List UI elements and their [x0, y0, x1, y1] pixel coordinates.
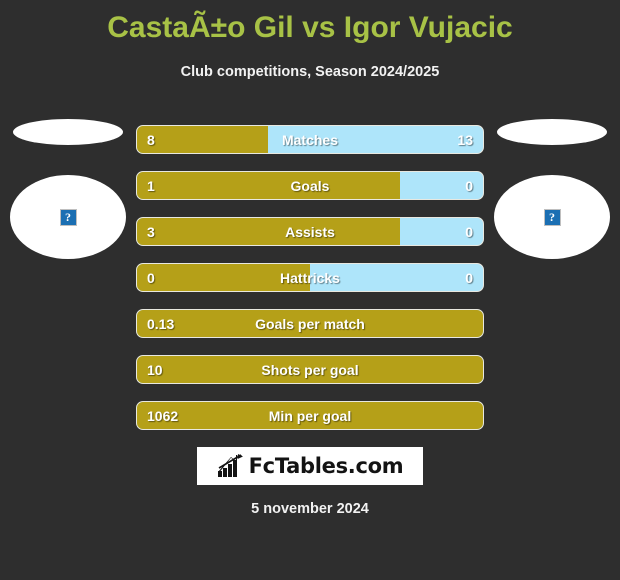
player-card-right: ? [492, 113, 612, 263]
stat-value-away: 0 [465, 178, 473, 194]
stat-label: Assists [285, 224, 335, 240]
stat-bar-row: 8 Matches 13 [136, 125, 484, 154]
fctables-logo: FcTables.com [197, 447, 423, 485]
stat-value-away: 0 [465, 270, 473, 286]
bar-chart-growth-icon [217, 454, 243, 477]
stat-label: Goals [290, 178, 330, 194]
stat-bar-row: 1062 Min per goal [136, 401, 484, 430]
broken-image-icon: ? [59, 208, 77, 226]
stat-bar-row: 0 Hattricks 0 [136, 263, 484, 292]
avatar-left: ? [10, 175, 126, 259]
page-title: CastaÃ±o Gil vs Igor Vujacic [107, 11, 513, 44]
broken-image-icon: ? [543, 208, 561, 226]
stat-label: Min per goal [268, 408, 352, 424]
fctables-logo-text: FcTables.com [248, 453, 404, 478]
player-name-plate-left [13, 119, 123, 145]
stat-label: Matches [281, 132, 339, 148]
player-name-plate-right [497, 119, 607, 145]
avatar-right: ? [494, 175, 610, 259]
stat-bar-row: 0.13 Goals per match [136, 309, 484, 338]
broken-image-glyph: ? [65, 210, 71, 224]
generated-date: 5 november 2024 [251, 501, 369, 517]
stat-label: Shots per goal [261, 362, 359, 378]
stat-bar-list: 8 Matches 13 1 Goals 0 3 Assists 0 0 Hattricks 0 0.1… [136, 125, 484, 447]
stat-comparison-infographic: CastaÃ±o Gil vs Igor Vujacic Club compet… [0, 0, 620, 580]
stat-bar-row: 1 Goals 0 [136, 171, 484, 200]
broken-image-glyph: ? [549, 210, 555, 224]
stat-value-away: 13 [457, 132, 473, 148]
stat-bar-row: 10 Shots per goal [136, 355, 484, 384]
stat-value-away: 0 [465, 224, 473, 240]
stat-label: Goals per match [255, 316, 365, 332]
player-card-left: ? [8, 113, 128, 263]
page-subtitle: Club competitions, Season 2024/2025 [180, 64, 440, 80]
stat-label: Hattricks [280, 270, 340, 286]
stat-bar-row: 3 Assists 0 [136, 217, 484, 246]
